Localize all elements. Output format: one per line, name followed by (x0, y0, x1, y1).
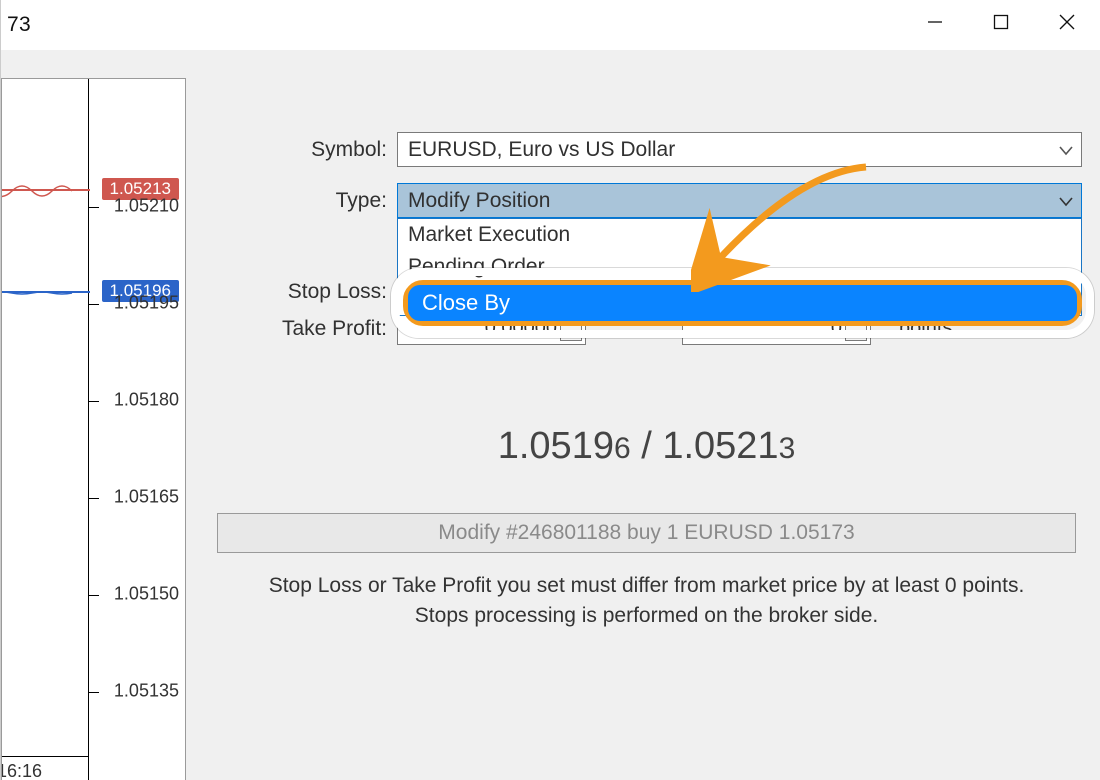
tick-chart-panel: 1.05213 1.05196 1.05210 1.05195 1.05180 … (1, 78, 186, 780)
x-axis (2, 756, 88, 757)
tick-label: 1.05135 (114, 680, 179, 701)
tick-label: 1.05210 (114, 195, 179, 216)
stop-loss-label: Stop Loss: (211, 280, 397, 304)
type-value: Modify Position (408, 189, 550, 213)
tick-label: 1.05195 (114, 292, 179, 313)
modify-button-label: Modify #246801188 buy 1 EURUSD 1.05173 (438, 521, 854, 545)
maximize-button[interactable] (968, 0, 1034, 44)
symbol-label: Symbol: (211, 138, 397, 162)
price-quote: 1.05196 / 1.05213 (211, 425, 1082, 468)
highlight-ring: Close By (391, 268, 1094, 338)
x-tick-label: 13:16:16 (2, 761, 42, 780)
title-text: 73 (1, 13, 31, 37)
modify-button[interactable]: Modify #246801188 buy 1 EURUSD 1.05173 (217, 513, 1076, 553)
tick-label: 1.05165 (114, 486, 179, 507)
bid-squiggle (2, 281, 92, 311)
type-option-market-execution[interactable]: Market Execution (398, 219, 1081, 251)
close-button[interactable] (1034, 0, 1100, 44)
minimize-button[interactable] (902, 0, 968, 44)
tick-label: 1.05180 (114, 389, 179, 410)
titlebar: 73 (1, 0, 1100, 50)
info-text: Stop Loss or Take Profit you set must di… (211, 571, 1082, 631)
chevron-down-icon (1059, 189, 1073, 213)
symbol-value: EURUSD, Euro vs US Dollar (408, 138, 675, 162)
type-combo[interactable]: Modify Position (397, 183, 1082, 218)
ask-squiggle (2, 179, 92, 209)
type-option-close-by[interactable]: Close By (408, 285, 1077, 321)
symbol-combo[interactable]: EURUSD, Euro vs US Dollar (397, 132, 1082, 167)
type-label: Type: (211, 189, 397, 213)
take-profit-label: Take Profit: (211, 317, 397, 341)
tick-label: 1.05150 (114, 583, 179, 604)
chevron-down-icon (1059, 138, 1073, 162)
